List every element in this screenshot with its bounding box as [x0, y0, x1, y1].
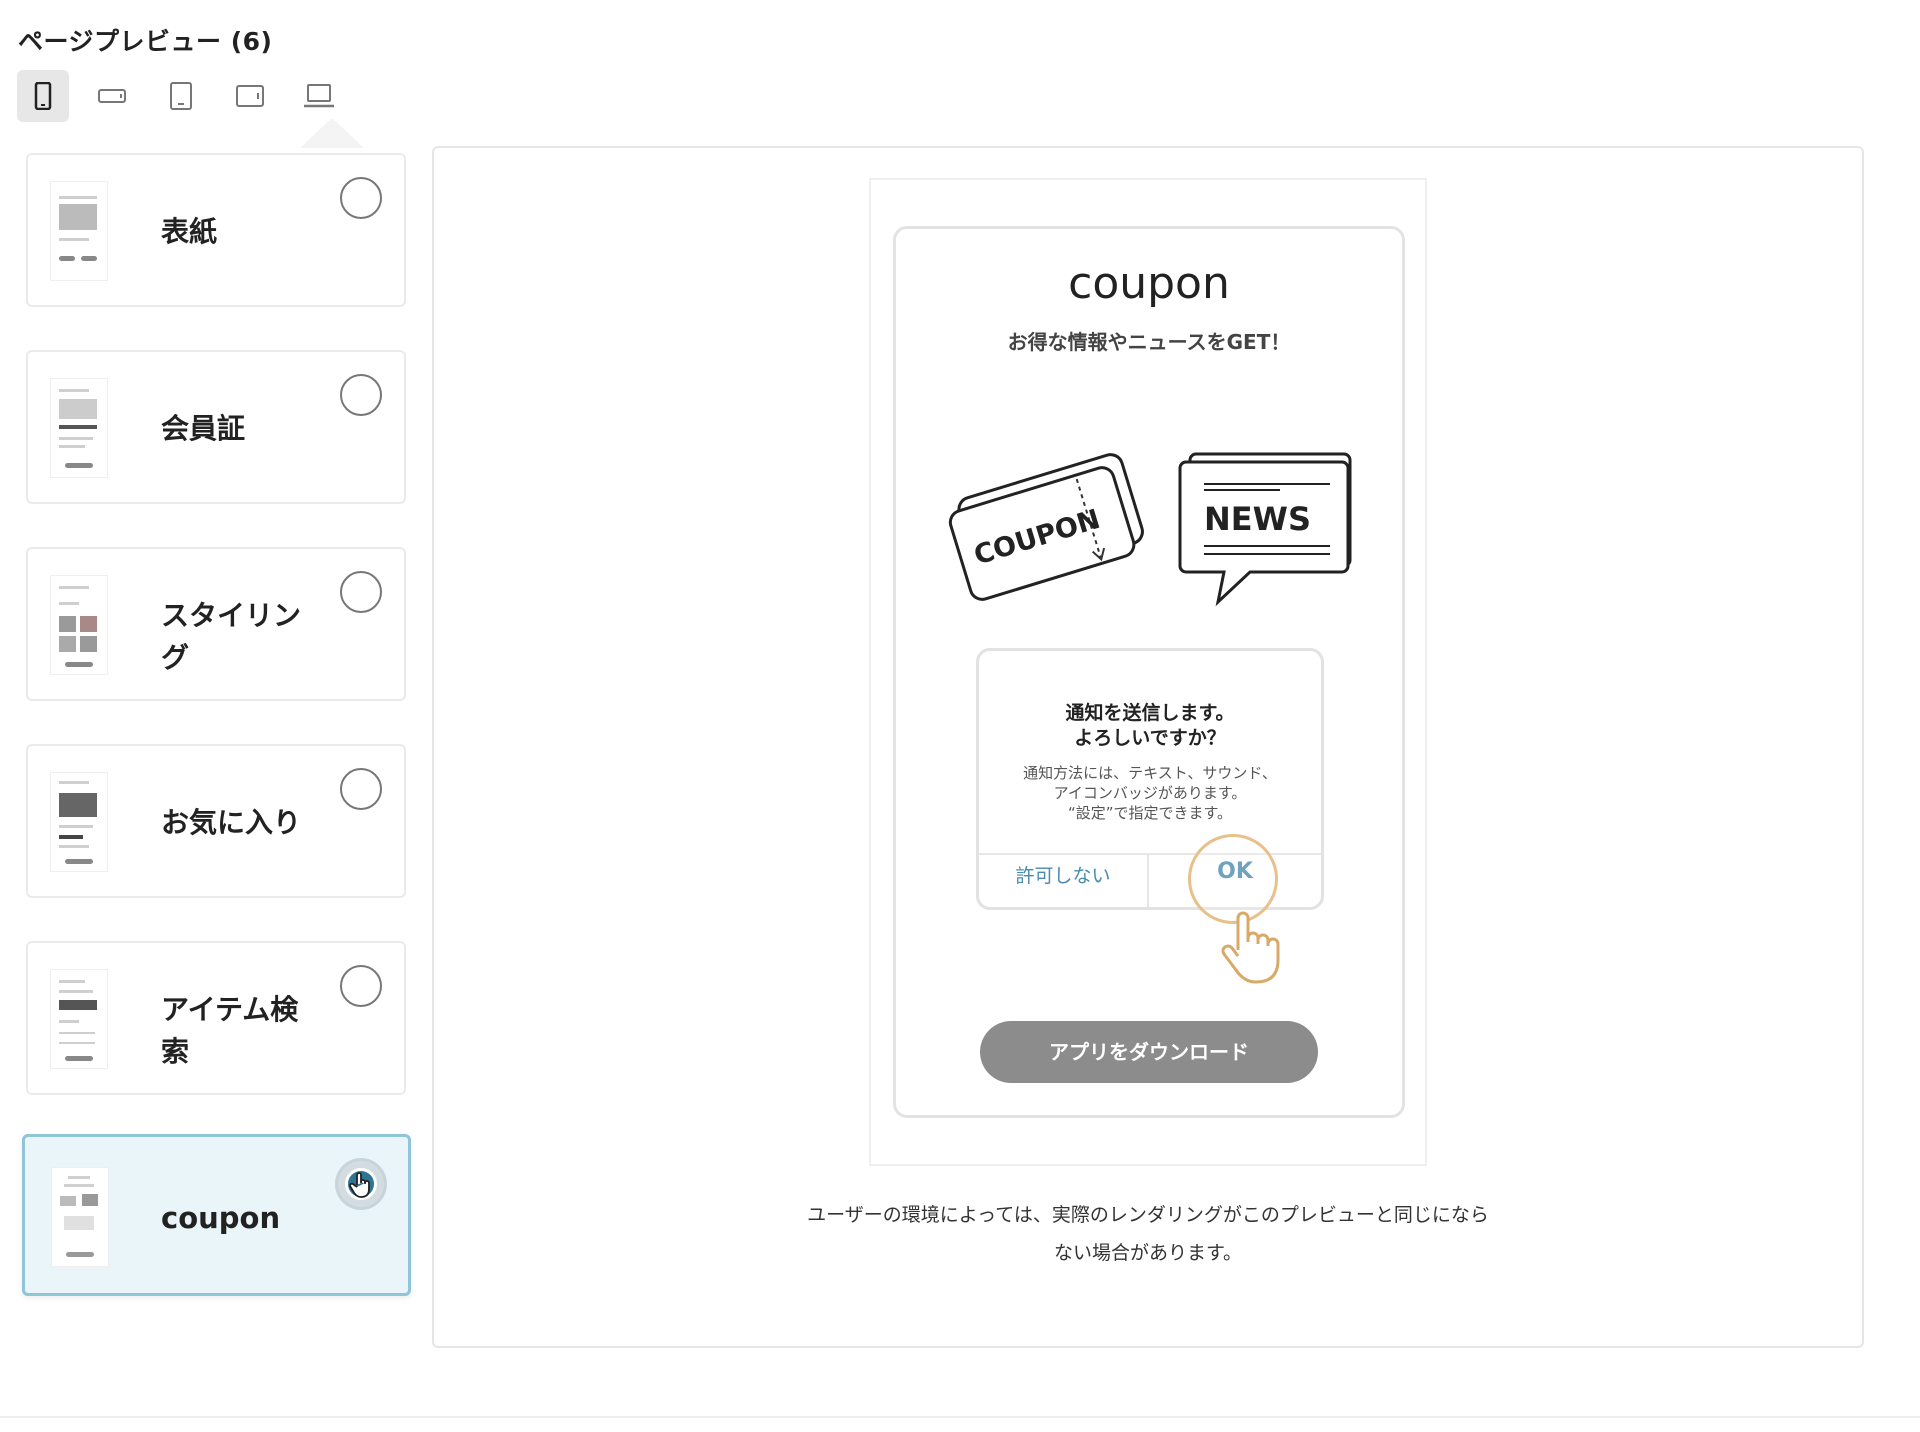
news-bubble-icon: NEWS [1178, 452, 1352, 607]
device-tab-tablet-portrait[interactable] [155, 70, 207, 122]
laptop-icon [304, 84, 334, 108]
preview-subtitle: お得な情報やニュースをGET！ [1007, 330, 1291, 354]
preview-disclaimer: ユーザーの環境によっては、実際のレンダリングがこのプレビューと同じになら ない場… [744, 1196, 1552, 1272]
news-text: NEWS [1204, 500, 1311, 538]
page-preview-screen: ページプレビュー (6) 表紙 会員証 スタイリング お気に入り アイテム検索 … [0, 0, 1920, 1432]
dialog-message: 通知方法には、テキスト、サウンド、 アイコンバッジがあります。 “設定”で指定で… [979, 763, 1321, 823]
page-radio[interactable] [340, 571, 382, 613]
page-label: 会員証 [161, 412, 246, 445]
page-label: アイテム検索 [161, 993, 299, 1068]
page-label: スタイリング [161, 599, 302, 674]
page-radio[interactable] [340, 965, 382, 1007]
disclaimer-line: ない場合があります。 [1053, 1242, 1243, 1264]
page-card-styling[interactable]: スタイリング [26, 547, 406, 701]
deny-button[interactable]: 許可しない [979, 861, 1147, 888]
mobile-portrait-icon [34, 82, 52, 110]
disclaimer-line: ユーザーの環境によっては、実際のレンダリングがこのプレビューと同じになら [807, 1204, 1489, 1226]
tablet-landscape-icon [236, 85, 264, 107]
coupon-ticket-icon: COUPON [948, 453, 1144, 601]
dialog-title-line: 通知を送信します。 [1065, 702, 1235, 724]
page-card-cover[interactable]: 表紙 [26, 153, 406, 307]
page-radio[interactable] [340, 177, 382, 219]
page-label: お気に入り [161, 806, 302, 839]
device-tab-mobile-portrait[interactable] [17, 70, 69, 122]
coupon-news-illustration: COUPON NEWS [948, 452, 1352, 607]
device-tab-mobile-landscape[interactable] [86, 70, 138, 122]
page-thumbnail [50, 969, 108, 1069]
bottom-divider [0, 1416, 1920, 1418]
page-thumbnail [50, 378, 108, 478]
dialog-message-line: 通知方法には、テキスト、サウンド、 [1023, 764, 1277, 782]
dialog-title-line: よろしいですか？ [1074, 727, 1226, 749]
hand-cursor-icon [349, 1172, 370, 1198]
page-thumbnail [51, 1167, 109, 1267]
device-tab-desktop[interactable] [293, 70, 345, 122]
page-card-membership[interactable]: 会員証 [26, 350, 406, 504]
preview-title: coupon [1068, 258, 1230, 309]
page-radio[interactable] [340, 768, 382, 810]
page-thumbnail [50, 772, 108, 872]
page-label: coupon [161, 1201, 281, 1235]
page-thumbnail [50, 181, 108, 281]
dialog-message-line: “設定”で指定できます。 [1067, 804, 1233, 822]
page-card-coupon[interactable]: coupon [22, 1134, 411, 1296]
device-tab-tablet-landscape[interactable] [224, 70, 276, 122]
download-app-button[interactable]: アプリをダウンロード [980, 1021, 1318, 1083]
page-thumbnail [50, 575, 108, 675]
page-radio-selected[interactable] [338, 1161, 384, 1207]
tab-pointer [300, 118, 364, 148]
dialog-message-line: アイコンバッジがあります。 [1053, 784, 1247, 802]
page-card-favorites[interactable]: お気に入り [26, 744, 406, 898]
dialog-title: 通知を送信します。 よろしいですか？ [979, 701, 1321, 751]
page-label: 表紙 [161, 215, 218, 248]
page-card-item-search[interactable]: アイテム検索 [26, 941, 406, 1095]
page-title: ページプレビュー (6) [18, 27, 273, 56]
page-radio[interactable] [340, 374, 382, 416]
mobile-landscape-icon [98, 89, 126, 103]
tap-hand-icon [1221, 911, 1280, 984]
tablet-portrait-icon [170, 82, 192, 110]
